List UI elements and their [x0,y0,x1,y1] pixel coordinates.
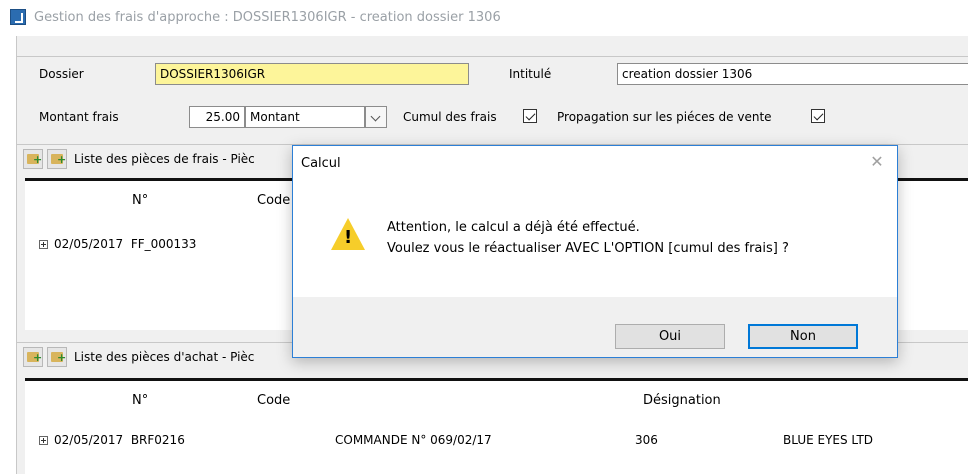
row-date: 02/05/2017 [54,433,124,447]
expand-icon[interactable] [39,240,48,249]
column-header-code: Code [257,393,291,408]
window-title: Gestion des frais d'approche : DOSSIER13… [34,10,501,25]
exclamation-mark: ! [344,227,353,248]
montant-type-select[interactable]: Montant [245,106,365,128]
row-designation: 306 [635,433,658,447]
montant-frais-field[interactable]: 25.00 [189,106,245,128]
dossier-label: Dossier [39,67,84,81]
cumul-frais-label: Cumul des frais [403,110,497,124]
app-icon [10,9,26,25]
column-header-numero: N° [132,393,149,408]
calcul-dialog: Calcul ✕ ! Attention, le calcul a déjà é… [292,145,898,358]
frais-section-title: Liste des pièces de frais - Pièc [74,152,255,166]
expand-icon[interactable] [39,436,48,445]
chevron-down-icon[interactable] [365,106,387,128]
non-button[interactable]: Non [748,324,858,349]
cumul-frais-checkbox[interactable] [523,109,537,123]
add-folder-icon[interactable] [23,347,43,367]
dialog-message-line1: Attention, le calcul a déjà été effectué… [387,220,640,235]
column-header-code: Code [257,193,291,208]
dossier-field[interactable]: DOSSIER1306IGR [155,63,469,85]
column-header-designation: Désignation [643,393,721,408]
intitule-label: Intitulé [509,67,552,81]
window-title-bar: Gestion des frais d'approche : DOSSIER13… [0,0,968,36]
dialog-title: Calcul [301,156,341,171]
column-header-numero: N° [132,193,149,208]
dialog-footer: Oui Non [293,297,897,357]
propagation-checkbox[interactable] [811,109,825,123]
add-folder-icon[interactable] [23,149,43,169]
add-folder-icon[interactable] [47,347,67,367]
intitule-field[interactable]: creation dossier 1306 [617,63,968,85]
montant-frais-label: Montant frais [39,110,119,124]
table-row[interactable]: 02/05/2017 BRF0216 [39,433,185,447]
achat-section-title: Liste des pièces d'achat - Pièc [74,350,255,364]
add-folder-icon[interactable] [47,149,67,169]
propagation-label: Propagation sur les piéces de vente [557,110,772,124]
row-numero: BRF0216 [130,433,185,447]
table-row[interactable]: 02/05/2017 FF_000133 [39,237,196,251]
row-code: COMMANDE N° 069/02/17 [335,433,492,447]
row-tiers: BLUE EYES LTD [783,433,874,447]
close-icon[interactable]: ✕ [867,152,887,172]
achat-grid: N° Code Désignation 02/05/2017 BRF0216 C… [25,378,968,474]
row-date: 02/05/2017 [54,237,124,251]
row-numero: FF_000133 [130,237,197,251]
oui-button[interactable]: Oui [615,324,725,349]
dialog-message-line2: Voulez vous le réactualiser AVEC L'OPTIO… [387,241,789,256]
